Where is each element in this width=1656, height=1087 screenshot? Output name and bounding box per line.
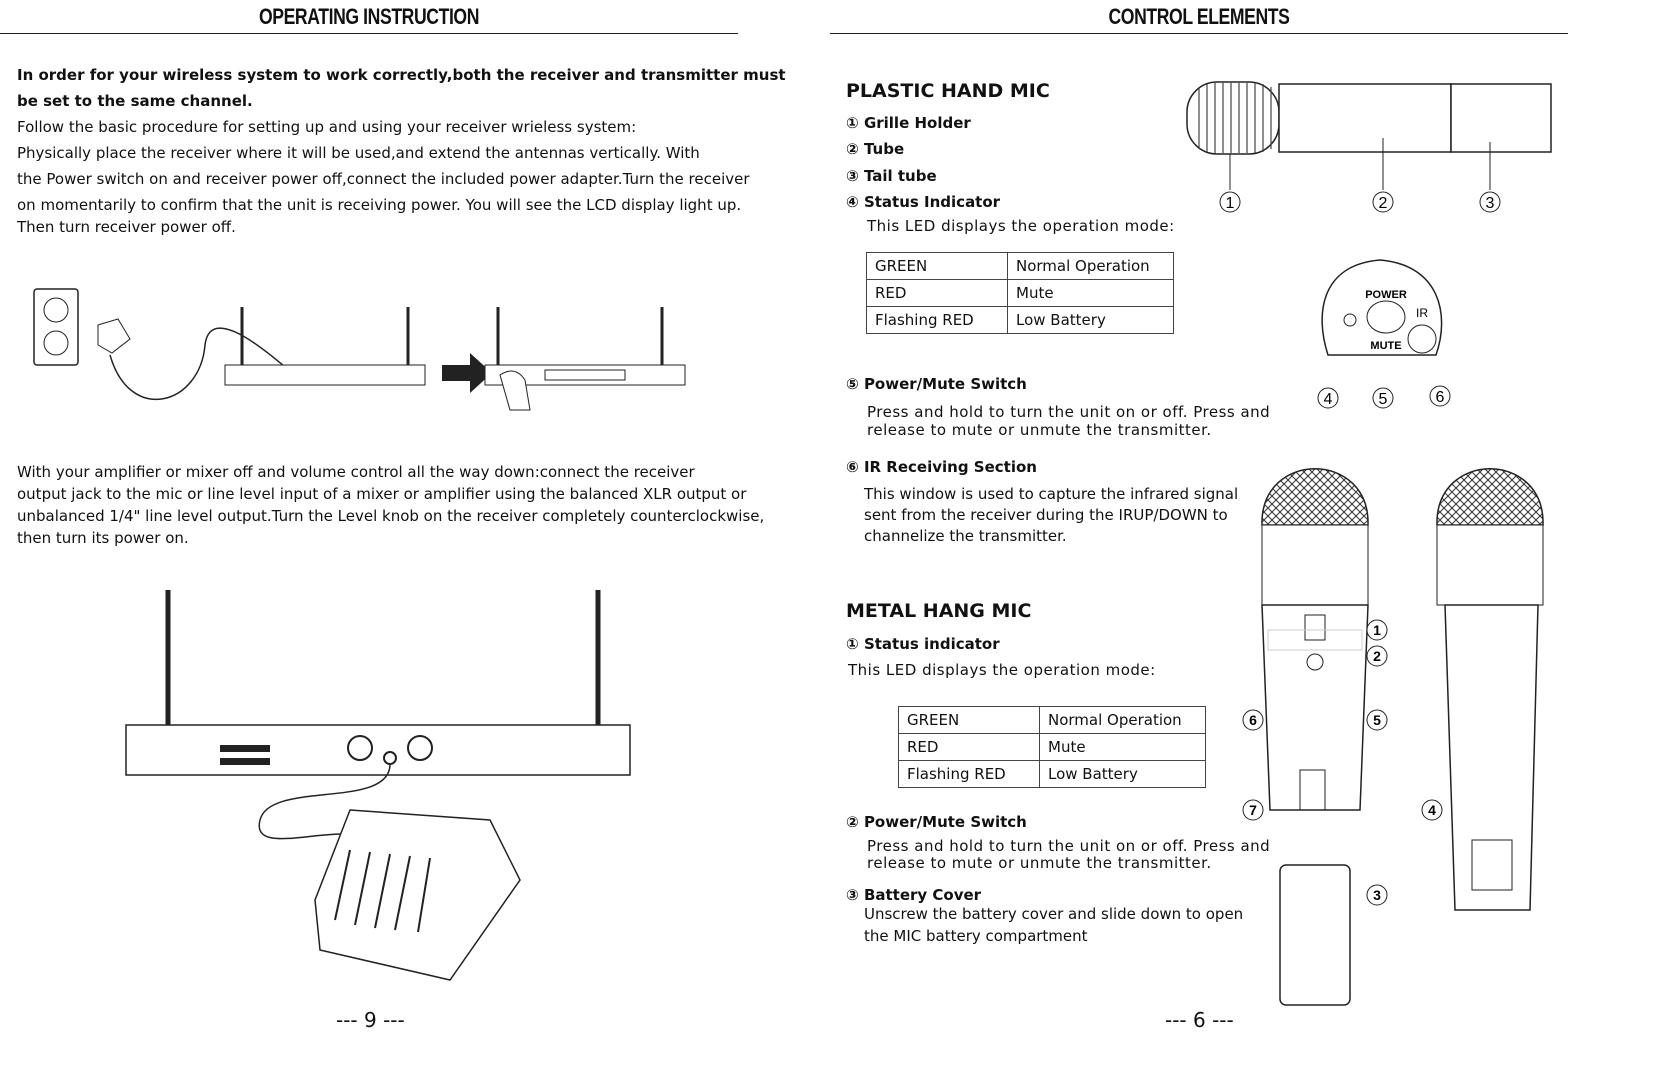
battery-cover bbox=[1279, 864, 1351, 1006]
intro-bold-1: In order for your wireless system to wor… bbox=[17, 66, 786, 84]
item3-desc: Unscrew the battery cover and slide down… bbox=[864, 905, 1244, 923]
metal-item-2: ② Power/Mute Switch bbox=[846, 813, 1027, 831]
page-title: OPERATING INSTRUCTION bbox=[258, 4, 480, 29]
item5-desc: Press and hold to turn the unit on or of… bbox=[867, 403, 1271, 421]
receiver-back bbox=[224, 364, 426, 386]
item3-desc: the MIC battery compartment bbox=[864, 927, 1088, 945]
item6-desc: sent from the receiver during the IRUP/D… bbox=[864, 506, 1228, 524]
header-rule bbox=[830, 33, 1568, 34]
tube bbox=[1278, 83, 1452, 153]
step2-line: then turn its power on. bbox=[17, 529, 189, 547]
plastic-item-5: ⑤ Power/Mute Switch bbox=[846, 375, 1027, 393]
intro-line: Follow the basic procedure for setting u… bbox=[17, 118, 637, 136]
tail-tube bbox=[1450, 83, 1552, 153]
callout: 6 bbox=[1436, 389, 1445, 406]
header-rule bbox=[0, 33, 738, 34]
intro-line: Then turn receiver power off. bbox=[17, 218, 236, 236]
metal-mic-illustration: 1 2 3 4 5 6 7 bbox=[1242, 468, 1544, 1006]
callout: 3 bbox=[1373, 887, 1381, 903]
mixer-connection-illustration bbox=[125, 590, 631, 981]
callout: 3 bbox=[1486, 195, 1495, 212]
plastic-item-3: ③ Tail tube bbox=[846, 167, 937, 185]
callout: 4 bbox=[1428, 802, 1436, 818]
table-row: RED Mute bbox=[898, 733, 1206, 761]
callout: 6 bbox=[1249, 712, 1257, 728]
plastic-item-2: ② Tube bbox=[846, 140, 905, 158]
intro-line: Physically place the receiver where it w… bbox=[17, 144, 700, 162]
status-desc: This LED displays the operation mode: bbox=[867, 217, 1175, 235]
item5-desc: release to mute or unmute the transmitte… bbox=[867, 421, 1212, 439]
mixer bbox=[314, 809, 521, 981]
grille bbox=[1261, 468, 1369, 526]
plastic-item-4: ④ Status Indicator bbox=[846, 193, 1001, 211]
receiver-rear-panel bbox=[125, 724, 631, 776]
svg-text:MUTE: MUTE bbox=[1370, 340, 1401, 352]
table-row: RED Mute bbox=[866, 279, 1174, 307]
page-title: CONTROL ELEMENTS bbox=[1108, 4, 1290, 29]
power-panel-illustration: POWER MUTE IR 4 5 6 bbox=[1317, 259, 1451, 409]
led-table-plastic: GREEN Normal Operation RED Mute Flashing R… bbox=[866, 252, 1174, 334]
item2-desc: release to mute or unmute the transmitte… bbox=[867, 854, 1212, 872]
page-number: --- 9 --- bbox=[336, 1008, 405, 1032]
item6-desc: channelize the transmitter. bbox=[864, 527, 1067, 545]
table-row: GREEN Normal Operation bbox=[898, 706, 1206, 734]
table-row: Flashing RED Low Battery bbox=[898, 760, 1206, 788]
step2-line: output jack to the mic or line level inp… bbox=[17, 485, 747, 503]
callout: 1 bbox=[1226, 195, 1235, 212]
wall-outlet bbox=[33, 288, 79, 366]
svg-text:POWER: POWER bbox=[1365, 289, 1407, 301]
table-row: GREEN Normal Operation bbox=[866, 252, 1174, 280]
metal-item-1: ① Status indicator bbox=[846, 635, 1000, 653]
callout: 5 bbox=[1379, 391, 1388, 408]
metal-item-3: ③ Battery Cover bbox=[846, 886, 982, 904]
step2-line: With your amplifier or mixer off and vol… bbox=[17, 463, 695, 481]
section-title-plastic: PLASTIC HAND MIC bbox=[846, 80, 1050, 102]
callout: 2 bbox=[1379, 195, 1388, 212]
callout: 4 bbox=[1324, 391, 1333, 408]
page-number: --- 6 --- bbox=[1165, 1008, 1234, 1032]
section-title-metal: METAL HANG MIC bbox=[846, 600, 1032, 622]
callout: 7 bbox=[1249, 802, 1257, 818]
plastic-mic-illustration: 1 2 3 bbox=[1186, 81, 1552, 213]
callout: 2 bbox=[1373, 648, 1381, 664]
power-adapter bbox=[97, 318, 131, 354]
callout: 1 bbox=[1373, 622, 1381, 638]
led-table-metal: GREEN Normal Operation RED Mute Flashing R… bbox=[898, 706, 1206, 788]
plastic-item-1: ① Grille Holder bbox=[846, 114, 971, 132]
callout: 5 bbox=[1373, 712, 1381, 728]
plastic-item-6: ⑥ IR Receiving Section bbox=[846, 458, 1037, 476]
status-desc: This LED displays the operation mode: bbox=[848, 661, 1156, 679]
power-setup-illustration bbox=[33, 288, 686, 411]
grille-holder bbox=[1186, 81, 1280, 155]
item6-desc: This window is used to capture the infra… bbox=[864, 485, 1239, 503]
intro-line: the Power switch on and receiver power o… bbox=[17, 170, 750, 188]
intro-bold-2: be set to the same channel. bbox=[17, 92, 253, 110]
table-row: Flashing RED Low Battery bbox=[866, 306, 1174, 334]
svg-text:IR: IR bbox=[1416, 306, 1428, 320]
step2-line: unbalanced 1/4" line level output.Turn t… bbox=[17, 507, 765, 525]
item2-desc: Press and hold to turn the unit on or of… bbox=[867, 837, 1271, 855]
